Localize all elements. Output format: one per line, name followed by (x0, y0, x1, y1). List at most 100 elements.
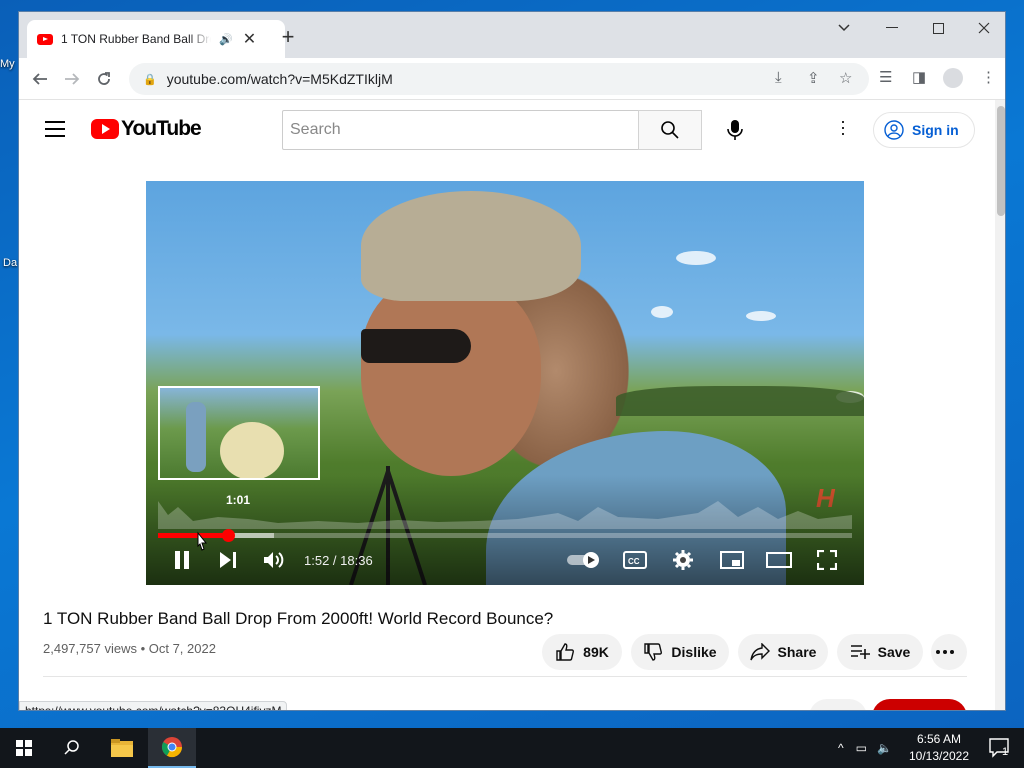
maximize-button[interactable] (915, 12, 961, 44)
page-content: YouTube Search · · · Sign in 1:01 1:52 /… (19, 100, 1005, 710)
subscribe-button[interactable]: Subscribe (872, 699, 967, 710)
tab-search-button[interactable] (821, 12, 867, 44)
dislike-button[interactable]: Dislike (631, 634, 729, 670)
install-icon[interactable]: ⤓ (775, 69, 782, 86)
tree-line (616, 386, 864, 416)
taskbar: ^ ▭ 🔈 6:56 AM 10/13/2022 1 (0, 728, 1024, 768)
side-panel-icon[interactable]: ◨ (912, 68, 926, 86)
notification-count: 1 (1002, 746, 1009, 758)
reload-button[interactable] (91, 66, 117, 92)
browser-tab[interactable]: 1 TON Rubber Band Ball Drop From 2000ft!… (27, 20, 285, 58)
account-icon (884, 120, 904, 140)
youtube-play-logo-icon (91, 119, 119, 139)
search-button[interactable] (638, 110, 702, 150)
voice-search-button[interactable] (717, 112, 753, 148)
clock-date: 10/13/2022 (908, 749, 970, 763)
save-button[interactable]: Save (837, 634, 923, 670)
volume-icon (264, 552, 284, 568)
browser-window: 1 TON Rubber Band Ball Drop From 2000ft!… (18, 11, 1006, 711)
minimize-button[interactable] (869, 12, 915, 44)
browser-menu-icon[interactable]: ⋮ (981, 68, 996, 86)
microphone-icon (727, 120, 743, 140)
clock-time: 6:56 AM (916, 732, 962, 746)
profile-avatar[interactable] (943, 68, 963, 88)
autoplay-toggle[interactable] (566, 548, 602, 572)
sign-in-label: Sign in (912, 122, 959, 138)
miniplayer-icon (720, 551, 744, 569)
media-control-icon[interactable]: ☰ (879, 68, 892, 86)
theater-mode-button[interactable] (764, 548, 794, 572)
share-page-icon[interactable]: ⇪ (807, 69, 820, 87)
chevron-down-icon (838, 24, 850, 32)
search-icon (661, 121, 679, 139)
search-input[interactable]: Search (282, 110, 639, 150)
folder-icon (111, 739, 133, 757)
share-icon (749, 643, 770, 661)
upload-date: Oct 7, 2022 (148, 641, 216, 656)
back-arrow-icon (32, 73, 47, 85)
next-button[interactable] (218, 548, 238, 572)
like-button[interactable]: 89K (542, 634, 622, 670)
scrollbar-thumb[interactable] (997, 106, 1005, 216)
join-button[interactable] (809, 699, 867, 710)
chrome-taskbar-button[interactable] (148, 728, 196, 768)
cloud (676, 251, 716, 265)
video-title: 1 TON Rubber Band Ball Drop From 2000ft!… (43, 609, 554, 628)
desktop-icon-label[interactable]: My (0, 58, 15, 70)
autoplay-toggle-icon (567, 552, 599, 568)
seek-preview-time: 1:01 (225, 493, 251, 507)
maximize-icon (932, 22, 944, 34)
settings-button[interactable] (670, 548, 696, 572)
more-horizontal-icon (936, 650, 954, 654)
preview-person (186, 402, 206, 472)
chrome-icon (161, 737, 183, 758)
theater-mode-icon (766, 552, 792, 568)
mouse-pointer-icon (197, 531, 208, 551)
show-hidden-icons-icon[interactable]: ^ (838, 741, 844, 755)
fullscreen-button[interactable] (814, 548, 840, 572)
skip-next-icon (220, 552, 236, 568)
speaker-icon[interactable]: 🔊 (219, 33, 233, 46)
video-frame-sunglasses (361, 329, 471, 363)
hamburger-menu-icon[interactable] (45, 121, 65, 142)
thumbs-up-icon (556, 643, 575, 661)
share-button[interactable]: Share (738, 634, 828, 670)
close-tab-icon[interactable]: ✕ (243, 29, 256, 49)
mute-button[interactable] (262, 548, 286, 572)
file-explorer-button[interactable] (98, 728, 146, 768)
volume-icon[interactable]: 🔈 (877, 741, 892, 755)
page-scrollbar[interactable] (995, 100, 1005, 710)
miniplayer-button[interactable] (718, 548, 746, 572)
search-icon (64, 740, 79, 755)
desktop-icon-label[interactable]: Da (3, 257, 17, 269)
forward-button[interactable] (59, 66, 85, 92)
settings-menu-icon[interactable]: · · · (833, 112, 853, 142)
bookmark-star-icon[interactable]: ☆ (839, 69, 852, 87)
subtitles-button[interactable]: CC (622, 548, 648, 572)
taskbar-search-button[interactable] (48, 728, 96, 768)
action-center-button[interactable]: 1 (976, 728, 1024, 768)
video-player[interactable]: H 1:01 (146, 181, 864, 585)
youtube-logo[interactable]: YouTube (91, 117, 202, 141)
url-text: youtube.com/watch?v=M5KdZTIkljM (166, 71, 393, 87)
more-actions-button[interactable] (931, 634, 967, 670)
pause-icon (175, 551, 189, 569)
pause-button[interactable] (172, 548, 192, 572)
tab-strip: 1 TON Rubber Band Ball Drop From 2000ft!… (19, 12, 1005, 58)
youtube-logo-text: YouTube (121, 117, 202, 140)
back-button[interactable] (27, 66, 53, 92)
new-tab-button[interactable]: + (277, 24, 299, 50)
scrubber-handle[interactable] (222, 529, 236, 542)
network-icon[interactable]: ▭ (856, 741, 867, 755)
tab-title: 1 TON Rubber Band Ball Drop From 2000ft!… (61, 32, 211, 46)
address-bar[interactable]: 🔒 youtube.com/watch?v=M5KdZTIkljM ⤓ ⇪ ☆ (129, 63, 869, 95)
reload-icon (98, 72, 110, 85)
close-window-button[interactable] (961, 12, 1005, 44)
lock-icon[interactable]: 🔒 (143, 73, 157, 86)
start-button[interactable] (0, 728, 48, 768)
youtube-masthead: YouTube Search · · · Sign in (19, 100, 994, 156)
progress-bar[interactable] (158, 529, 852, 542)
svg-text:CC: CC (628, 557, 640, 566)
sign-in-button[interactable]: Sign in (873, 112, 975, 148)
taskbar-clock[interactable]: 6:56 AM 10/13/2022 (906, 731, 972, 765)
